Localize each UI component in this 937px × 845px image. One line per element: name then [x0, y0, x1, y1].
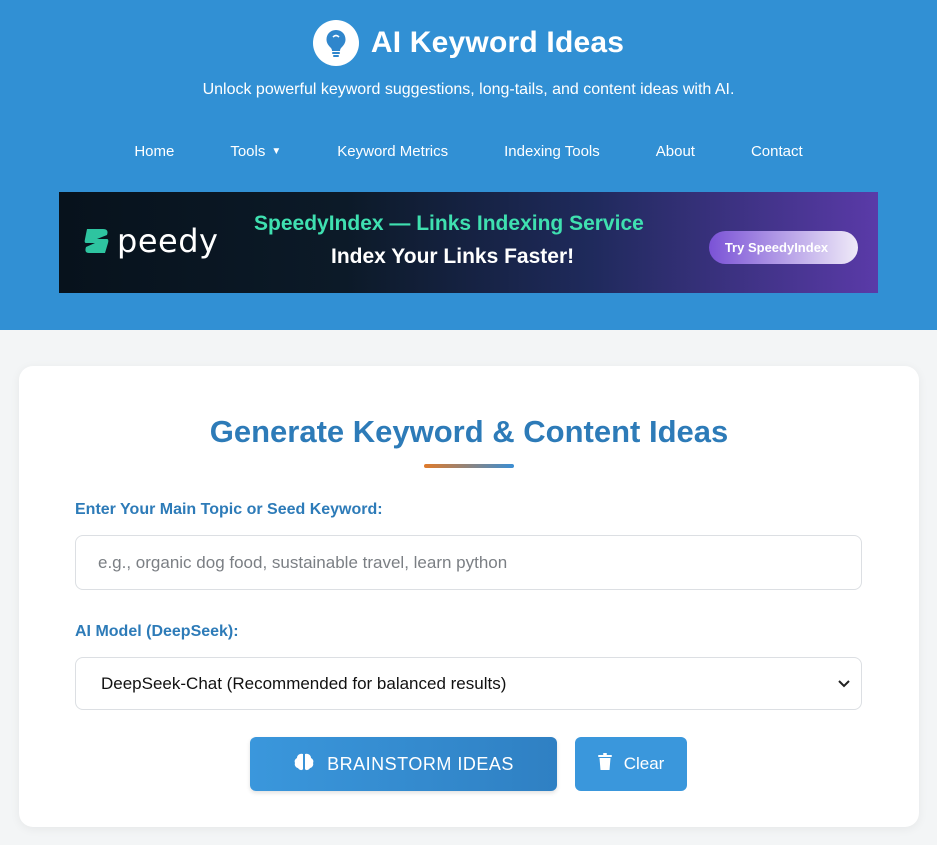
speedyindex-ad-banner[interactable]: peedy SpeedyIndex — Links Indexing Servi…: [59, 192, 878, 293]
clear-button[interactable]: Clear: [575, 737, 687, 791]
clear-label: Clear: [623, 754, 665, 773]
nav-contact-label: Contact: [750, 143, 803, 160]
nav-indexing-tools[interactable]: Indexing Tools: [504, 141, 600, 162]
try-speedyindex-button[interactable]: Try SpeedyIndex: [709, 231, 858, 264]
model-label: AI Model (DeepSeek):: [75, 623, 239, 640]
trash-icon: [597, 753, 612, 775]
nav-indexing-tools-label: Indexing Tools: [504, 143, 600, 160]
banner-headline: SpeedyIndex — Links Indexing Service: [254, 212, 644, 235]
model-select-value: DeepSeek-Chat (Recommended for balanced …: [101, 673, 507, 693]
nav-tools-label: Tools: [230, 143, 266, 160]
site-title: AI Keyword Ideas: [370, 26, 625, 59]
nav-about-label: About: [655, 143, 695, 160]
brainstorm-ideas-label: BRAINSTORM IDEAS: [327, 753, 514, 774]
speedy-logo: peedy: [81, 222, 218, 260]
topic-input[interactable]: [75, 535, 862, 590]
nav-keyword-metrics-label: Keyword Metrics: [337, 143, 449, 160]
site-header: AI Keyword Ideas Unlock powerful keyword…: [0, 0, 937, 330]
topic-label: Enter Your Main Topic or Seed Keyword:: [75, 501, 383, 518]
lightbulb-icon: [312, 20, 359, 66]
nav-home[interactable]: Home: [134, 141, 174, 162]
caret-down-icon: ▼: [271, 146, 282, 157]
nav-about[interactable]: About: [656, 141, 695, 162]
chevron-down-icon: [838, 676, 850, 691]
nav-tools[interactable]: Tools ▼: [230, 141, 281, 162]
nav-keyword-metrics[interactable]: Keyword Metrics: [337, 141, 448, 162]
banner-subheadline: Index Your Links Faster!: [331, 245, 575, 268]
title-underline: [424, 464, 514, 468]
nav-home-label: Home: [134, 143, 175, 160]
brain-icon: [293, 752, 315, 777]
brand[interactable]: AI Keyword Ideas: [0, 20, 937, 66]
model-select[interactable]: DeepSeek-Chat (Recommended for balanced …: [75, 657, 862, 710]
form-title: Generate Keyword & Content Ideas: [209, 414, 729, 449]
keyword-ideas-form: Generate Keyword & Content Ideas Enter Y…: [19, 366, 919, 827]
brainstorm-ideas-button[interactable]: BRAINSTORM IDEAS: [250, 737, 557, 791]
nav-contact[interactable]: Contact: [751, 141, 803, 162]
main-nav: Home Tools ▼ Keyword Metrics Indexing Too…: [0, 141, 937, 162]
speedy-logo-text: peedy: [117, 222, 219, 260]
site-tagline: Unlock powerful keyword suggestions, lon…: [202, 81, 735, 98]
speedy-s-icon: [84, 229, 109, 253]
